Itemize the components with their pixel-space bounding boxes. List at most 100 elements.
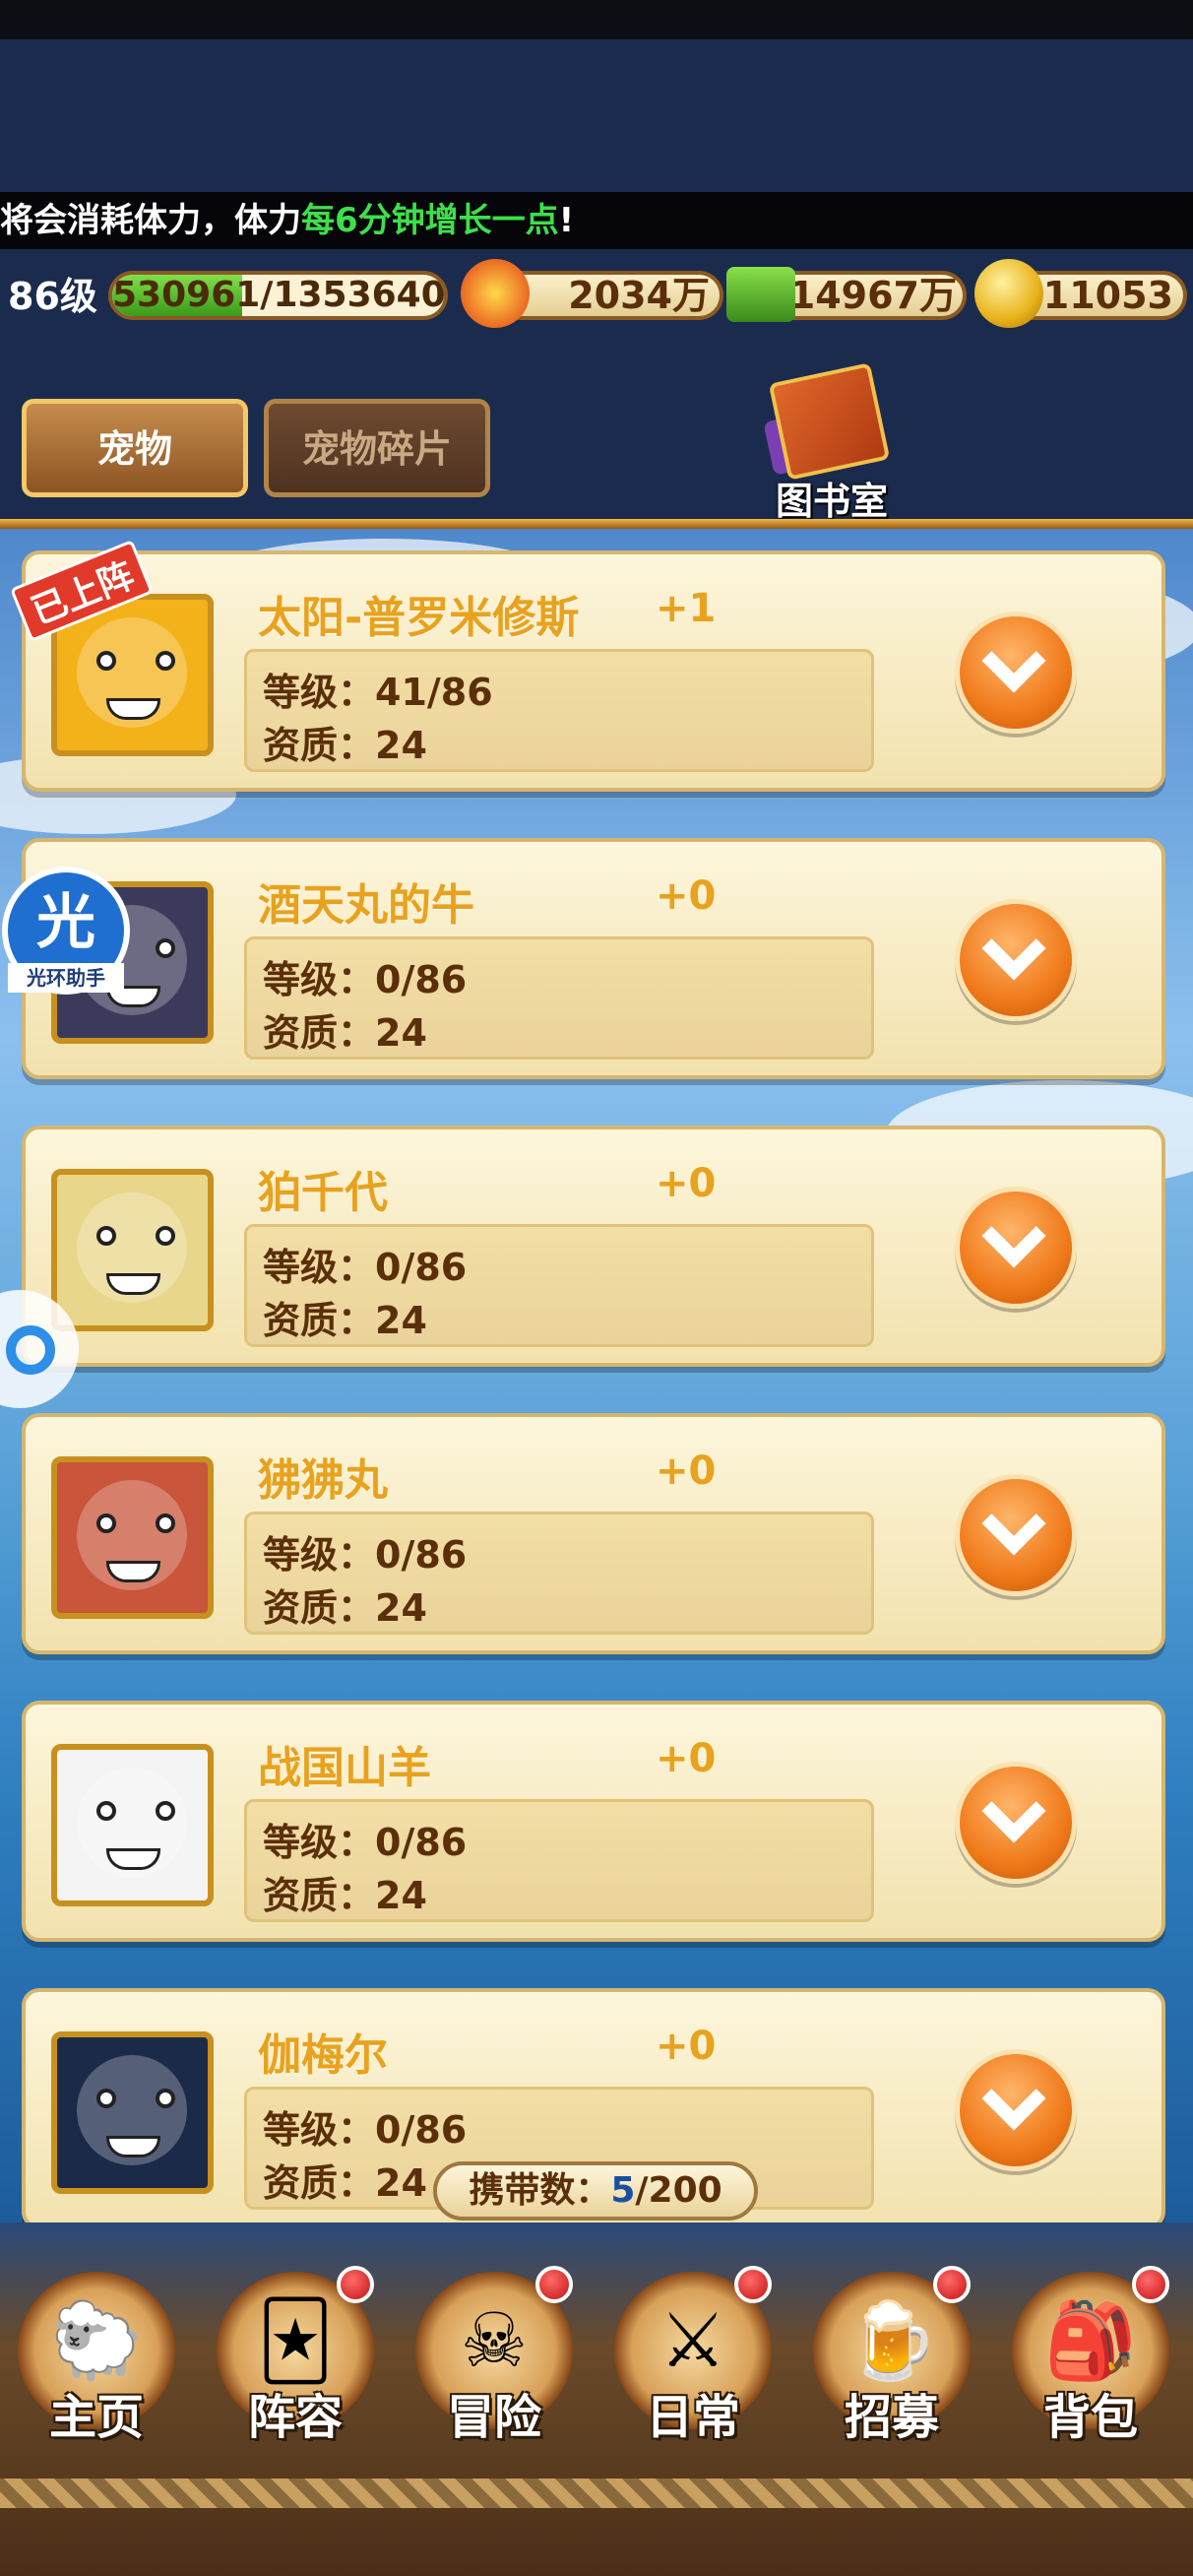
pet-eye-icon	[96, 1513, 116, 1533]
player-status-bar: 86级 530961/1353640 2034万 114967万 11053	[0, 249, 1193, 338]
ticker-message: 将会消耗体力，体力每6分钟增长一点!	[0, 192, 1193, 249]
ticker-suffix: !	[558, 201, 575, 240]
system-status-strip	[0, 0, 1193, 39]
carry-label: 携带数：	[469, 2170, 611, 2211]
assistant-icon	[6, 1325, 55, 1375]
pet-level: 0/86	[375, 1821, 468, 1864]
pet-avatar[interactable]	[51, 2031, 214, 2194]
pet-info-box: 等级：0/86 资质：24	[244, 936, 874, 1060]
nav-button[interactable]: 🐑 主页	[8, 2262, 185, 2459]
notification-dot-icon	[1132, 2266, 1169, 2303]
pet-eye-icon	[96, 2089, 116, 2108]
pet-name: 太阳-普罗米修斯	[258, 593, 580, 643]
quality-label: 资质：	[263, 1011, 376, 1055]
helper-label: 光环助手	[8, 963, 124, 993]
chevron-down-icon	[981, 1778, 1046, 1843]
pet-quality: 24	[375, 1299, 427, 1342]
pet-card[interactable]: 狛千代 +0 等级：0/86 资质：24	[22, 1126, 1165, 1367]
nav-label: 冒险	[446, 2390, 541, 2445]
nav-button[interactable]: ☠ 冒险	[406, 2262, 583, 2459]
pet-plus: +0	[656, 2024, 717, 2069]
pet-eye-icon	[156, 1513, 175, 1533]
nav-button[interactable]: 🎒 背包	[1002, 2262, 1179, 2459]
pet-level: 0/86	[375, 1533, 468, 1577]
rope-decoration	[0, 2479, 1193, 2508]
pet-card[interactable]: 狒狒丸 +0 等级：0/86 资质：24	[22, 1413, 1165, 1654]
cash-icon	[726, 267, 795, 322]
nav-button[interactable]: 🍺 招募	[803, 2262, 980, 2459]
pet-info-box: 等级：41/86 资质：24	[244, 649, 874, 772]
home-icon: 🐑	[49, 2296, 144, 2384]
chevron-down-icon	[981, 1203, 1046, 1268]
pet-quality-line: 资质：24	[263, 1865, 427, 1919]
pet-avatar[interactable]	[51, 1744, 214, 1906]
notification-dot-icon	[933, 2266, 971, 2303]
chevron-down-icon	[981, 2066, 1046, 2131]
notification-dot-icon	[337, 2266, 374, 2303]
expand-button[interactable]	[955, 2049, 1077, 2171]
nav-label: 背包	[1042, 2390, 1138, 2445]
tab-pet-fragments[interactable]: 宠物碎片	[264, 399, 490, 497]
pet-level: 41/86	[375, 671, 493, 714]
pet-quality-line: 资质：24	[263, 1578, 427, 1632]
level-label: 等级：	[263, 958, 376, 1001]
tab-bar: 宠物 宠物碎片 图书室	[0, 338, 1193, 525]
power-pill: 2034万	[497, 271, 723, 320]
pet-quality-line: 资质：24	[263, 715, 427, 769]
pet-card[interactable]: 已上阵 太阳-普罗米修斯 +1 等级：41/86 资质：24	[10, 540, 1165, 792]
player-level: 86级	[8, 275, 97, 318]
pet-name: 酒天丸的牛	[258, 880, 474, 931]
nav-label: 阵容	[247, 2390, 343, 2445]
notification-dot-icon	[734, 2266, 772, 2303]
nav-button[interactable]: ⚔ 日常	[604, 2262, 782, 2459]
notification-dot-icon	[535, 2266, 573, 2303]
pet-plus: +0	[656, 1161, 717, 1206]
tab-pets[interactable]: 宠物	[22, 399, 248, 497]
pet-level-line: 等级：0/86	[263, 949, 467, 1003]
pet-eye-icon	[156, 1226, 175, 1246]
swords-icon: ⚔	[659, 2296, 727, 2384]
quality-label: 资质：	[263, 1586, 376, 1630]
level-label: 等级：	[263, 1533, 376, 1577]
pet-card[interactable]: 酒天丸的牛 +0 等级：0/86 资质：24	[22, 838, 1165, 1079]
pet-eye-icon	[96, 1801, 116, 1821]
pet-quality: 24	[375, 1586, 427, 1630]
carry-max: /200	[635, 2170, 722, 2211]
pet-info-box: 等级：0/86 资质：24	[244, 1224, 874, 1347]
lineup-icon: 🃏	[257, 2296, 334, 2384]
ticker-highlight: 每6分钟增长一点	[301, 201, 559, 240]
level-label: 等级：	[263, 1246, 376, 1289]
helper-glyph: 光	[36, 888, 95, 957]
pet-level-line: 等级：0/86	[263, 1524, 467, 1578]
expand-button[interactable]	[955, 1187, 1077, 1309]
pet-name: 伽梅尔	[258, 2030, 388, 2081]
halo-helper-button[interactable]: 光 光环助手	[2, 867, 130, 995]
pet-quality: 24	[375, 724, 427, 767]
pet-avatar[interactable]	[51, 1456, 214, 1619]
carry-count-badge: 携带数：5/200	[433, 2161, 758, 2221]
pet-name: 狛千代	[258, 1168, 388, 1218]
expand-button[interactable]	[955, 1474, 1077, 1596]
bottom-navigation: 🐑 主页 🃏 阵容 ☠ 冒险 ⚔ 日常 🍺 招募 🎒 背包	[0, 2222, 1193, 2576]
nav-button[interactable]: 🃏 阵容	[207, 2262, 384, 2459]
library-button[interactable]: 图书室	[748, 362, 915, 523]
expand-button[interactable]	[955, 612, 1077, 734]
expand-button[interactable]	[955, 1762, 1077, 1884]
pet-avatar[interactable]	[51, 1169, 214, 1331]
pet-list-area[interactable]: 已上阵 太阳-普罗米修斯 +1 等级：41/86 资质：24 酒天丸的牛 +0 …	[0, 529, 1193, 2222]
tavern-icon: 🍺	[845, 2296, 939, 2384]
pet-eye-icon	[156, 1801, 175, 1821]
level-label: 等级：	[263, 2108, 376, 2152]
nav-label: 招募	[844, 2390, 939, 2445]
pet-quality: 24	[375, 1874, 427, 1917]
pet-plus: +0	[656, 1449, 717, 1494]
header-area	[0, 39, 1193, 192]
pet-level: 0/86	[375, 958, 468, 1001]
expand-button[interactable]	[955, 899, 1077, 1021]
bag-icon: 🎒	[1043, 2296, 1138, 2384]
power-icon	[461, 259, 530, 328]
pet-plus: +1	[656, 586, 717, 631]
power-value: 2034万	[568, 274, 710, 317]
carry-count: 5	[610, 2170, 636, 2211]
pet-card[interactable]: 战国山羊 +0 等级：0/86 资质：24	[22, 1701, 1165, 1942]
